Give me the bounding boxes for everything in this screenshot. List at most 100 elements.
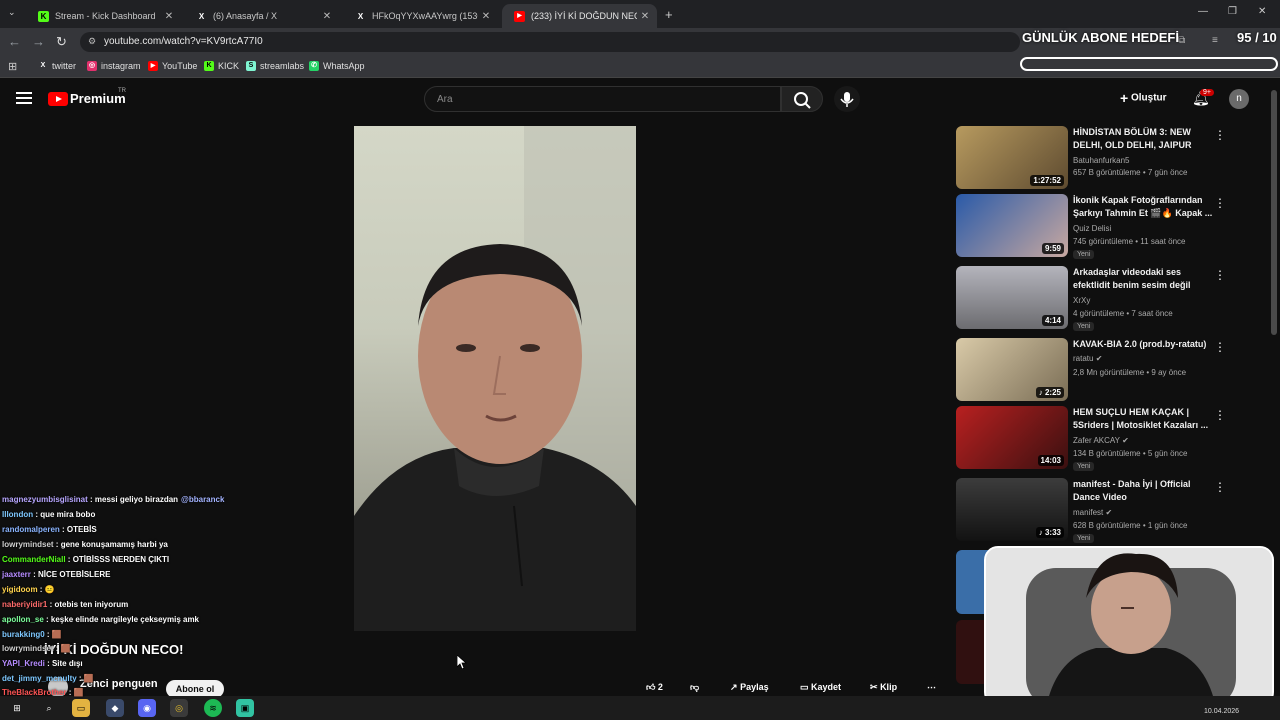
video-thumbnail[interactable]: 4:14 xyxy=(956,266,1068,329)
video-title[interactable]: manifest - Daha İyi | Official Dance Vid… xyxy=(1073,478,1213,504)
more-options-icon[interactable]: ⋮ xyxy=(1214,340,1226,354)
channel-name[interactable]: XrXy xyxy=(1073,296,1090,305)
chat-username[interactable]: randomalperen xyxy=(2,525,60,534)
chat-username[interactable]: magnezyumbisglisinat xyxy=(2,495,88,504)
close-icon[interactable]: ✕ xyxy=(478,11,494,22)
app-icon[interactable]: ◆ xyxy=(106,699,124,717)
bookmark-youtube[interactable]: ▶ YouTube xyxy=(148,61,197,71)
site-info-icon[interactable]: ⚙ xyxy=(88,36,96,47)
chat-separator: : xyxy=(59,525,67,534)
chat-username[interactable]: TheBlackBrother xyxy=(2,688,66,697)
browser-tab-image[interactable]: X HFkOqYYXwAAYwrg (1536×204 ✕ xyxy=(343,4,498,28)
video-thumbnail[interactable]: ♪ 3:33 xyxy=(956,478,1068,541)
chat-text: 🟫 xyxy=(60,644,71,653)
video-thumbnail[interactable]: ♪ 2:25 xyxy=(956,338,1068,401)
video-title[interactable]: HİNDİSTAN BÖLÜM 3: NEW DELHI, OLD DELHI,… xyxy=(1073,126,1213,152)
windows-start-icon[interactable]: ⊞ xyxy=(8,699,26,717)
bookmark-twitter[interactable]: X twitter xyxy=(38,61,76,71)
browser-tab-kick[interactable]: K Stream - Kick Dashboard ✕ xyxy=(26,4,181,28)
channel-name[interactable]: Zafer AKCAY ✔ xyxy=(1073,436,1129,445)
voice-search-button[interactable] xyxy=(834,86,860,112)
channel-label: ratatu xyxy=(1073,354,1094,363)
more-options-icon[interactable]: ⋮ xyxy=(1214,196,1226,210)
tab-title: Stream - Kick Dashboard xyxy=(55,11,156,21)
channel-name[interactable]: Quiz Delisi xyxy=(1073,224,1111,233)
bookmark-kick[interactable]: K KICK xyxy=(204,61,239,71)
chat-username[interactable]: naberiyidir1 xyxy=(2,600,47,609)
close-icon[interactable]: ✕ xyxy=(161,11,177,22)
avatar[interactable]: n xyxy=(1229,89,1249,109)
search-input[interactable]: Ara xyxy=(424,86,781,112)
chat-username[interactable]: YAPI_Kredi xyxy=(2,659,45,668)
more-options-icon[interactable]: ⋮ xyxy=(1214,408,1226,422)
chat-username[interactable]: det_jimmy_mcnulty xyxy=(2,674,77,683)
window-close-button[interactable]: ✕ xyxy=(1258,6,1266,17)
new-badge: Yeni xyxy=(1073,250,1095,259)
bookmark-instagram[interactable]: ◎ instagram xyxy=(87,61,141,71)
channel-name[interactable]: Batuhanfurkan5 xyxy=(1073,156,1130,165)
streamlabs-icon[interactable]: ▣ xyxy=(236,699,254,717)
page-scrollbar[interactable] xyxy=(1271,90,1277,335)
chat-message: lowrymindset : gene konuşamamış harbi ya xyxy=(2,540,168,549)
recommended-video[interactable]: ♪ 2:25 KAVAK-BIA 2.0 (prod.by-ratatu) ra… xyxy=(956,338,1256,402)
new-tab-button[interactable]: + xyxy=(665,7,673,22)
chat-username[interactable]: lowrymindset xyxy=(2,644,54,653)
back-button[interactable]: ← xyxy=(8,34,21,49)
chat-username[interactable]: lowrymindset xyxy=(2,540,54,549)
tab-search-icon[interactable]: ⌄ xyxy=(8,7,16,18)
chat-username[interactable]: lllondon xyxy=(2,510,33,519)
hamburger-menu-icon[interactable] xyxy=(16,92,32,106)
maximize-button[interactable]: ❐ xyxy=(1228,6,1237,17)
video-title[interactable]: KAVAK-BIA 2.0 (prod.by-ratatu) xyxy=(1073,338,1213,351)
spotify-icon[interactable]: ≋ xyxy=(204,699,222,717)
search-button[interactable] xyxy=(781,86,823,112)
bookmark-label: YouTube xyxy=(162,61,198,71)
apps-icon[interactable]: ⊞ xyxy=(8,60,17,73)
video-player[interactable] xyxy=(354,126,636,631)
recommended-video[interactable]: ♪ 3:33 manifest - Daha İyi | Official Da… xyxy=(956,478,1256,543)
chat-message: lowrymindset : 🟫 xyxy=(2,644,71,653)
bookmark-streamlabs[interactable]: S streamlabs xyxy=(246,61,304,71)
chrome-icon[interactable]: ◎ xyxy=(170,699,188,717)
create-button[interactable]: + Oluştur xyxy=(1120,90,1167,106)
recommended-video[interactable]: 9:59 İkonik Kapak Fotoğraflarından Şarkı… xyxy=(956,194,1256,259)
playlist-icon[interactable]: ≡ xyxy=(1212,35,1218,46)
recommended-video[interactable]: 1:27:52 HİNDİSTAN BÖLÜM 3: NEW DELHI, OL… xyxy=(956,126,1256,190)
taskbar-search-icon[interactable]: ⌕ xyxy=(40,699,58,717)
whatsapp-icon: ✆ xyxy=(309,61,319,71)
bookmark-whatsapp[interactable]: ✆ WhatsApp xyxy=(309,61,365,71)
close-icon[interactable]: ✕ xyxy=(637,11,653,22)
channel-name[interactable]: ratatu ✔ xyxy=(1073,354,1102,363)
more-options-icon[interactable]: ⋮ xyxy=(1214,480,1226,494)
chat-mention[interactable]: @bbaranck xyxy=(181,495,224,504)
chat-username[interactable]: yigidoom xyxy=(2,585,38,594)
youtube-logo-icon[interactable] xyxy=(48,92,68,106)
channel-name[interactable]: manifest ✔ xyxy=(1073,508,1112,517)
recommended-video[interactable]: 14:03 HEM SUÇLU HEM KAÇAK | 5Sriders | M… xyxy=(956,406,1256,471)
recommended-video[interactable]: 4:14 Arkadaşlar videodaki ses efektlidit… xyxy=(956,266,1256,331)
extensions-icon[interactable]: ⧉ xyxy=(1178,35,1185,46)
chat-username[interactable]: burakking0 xyxy=(2,630,45,639)
forward-button[interactable]: → xyxy=(32,34,45,49)
more-options-icon[interactable]: ⋮ xyxy=(1214,268,1226,282)
close-icon[interactable]: ✕ xyxy=(319,11,335,22)
discord-icon[interactable]: ◉ xyxy=(138,699,156,717)
browser-tab-youtube[interactable]: ▶ (233) İYİ Kİ DOĞDUN NECO! - Y ✕ xyxy=(502,4,657,28)
video-thumbnail[interactable]: 14:03 xyxy=(956,406,1068,469)
video-title[interactable]: Arkadaşlar videodaki ses efektlidit beni… xyxy=(1073,266,1213,292)
video-thumbnail[interactable]: 1:27:52 xyxy=(956,126,1068,189)
chat-separator: : xyxy=(53,644,61,653)
chat-username[interactable]: jaaxterr xyxy=(2,570,31,579)
video-title[interactable]: HEM SUÇLU HEM KAÇAK | 5Sriders | Motosik… xyxy=(1073,406,1213,432)
chat-username[interactable]: CommanderNiall xyxy=(2,555,66,564)
video-title[interactable]: İkonik Kapak Fotoğraflarından Şarkıyı Ta… xyxy=(1073,194,1213,220)
video-thumbnail[interactable]: 9:59 xyxy=(956,194,1068,257)
reload-button[interactable]: ↻ xyxy=(56,34,67,50)
sub-goal-count: 95 / 10 xyxy=(1237,30,1277,45)
video-duration: ♪ 3:33 xyxy=(1035,527,1064,538)
browser-tab-x[interactable]: X (6) Anasayfa / X ✕ xyxy=(184,4,339,28)
minimize-button[interactable]: — xyxy=(1198,6,1208,17)
chat-username[interactable]: apollon_se xyxy=(2,615,44,624)
more-options-icon[interactable]: ⋮ xyxy=(1214,128,1226,142)
file-explorer-icon[interactable]: ▭ xyxy=(72,699,90,717)
